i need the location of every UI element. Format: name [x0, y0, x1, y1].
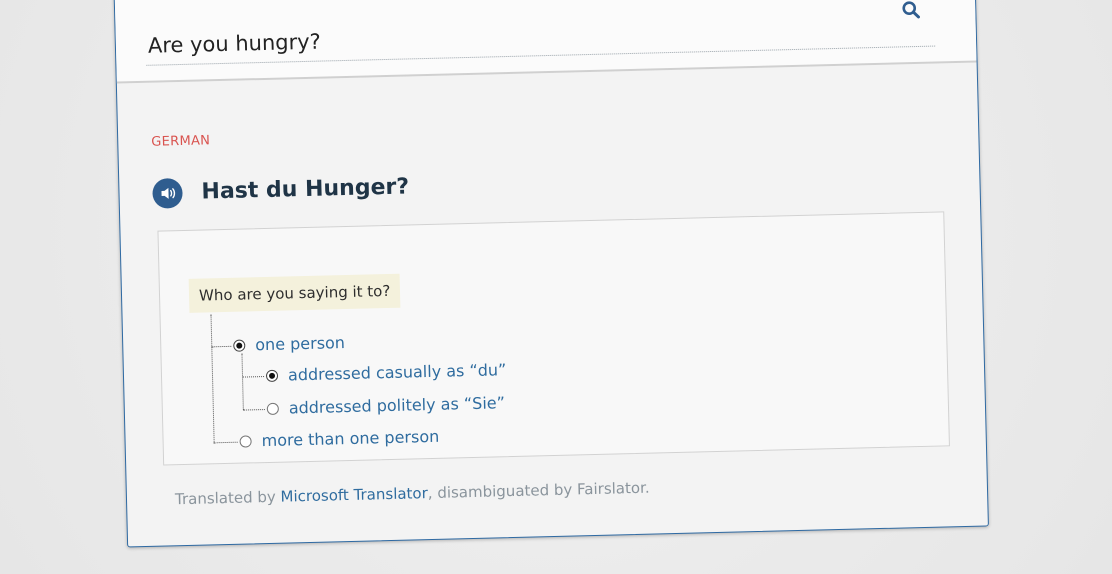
footer-prefix: Translated by [174, 487, 281, 509]
radio-more-than-one[interactable] [239, 434, 252, 448]
tree-line-main [210, 314, 215, 443]
language-label: GERMAN [151, 133, 211, 150]
microsoft-translator-link[interactable]: Microsoft Translator [280, 484, 428, 506]
option-polite-sie-label: addressed politely as “Sie” [288, 393, 506, 418]
radio-polite-sie[interactable] [266, 402, 279, 415]
option-casual-du-label: addressed casually as “du” [287, 360, 507, 385]
option-casual-du[interactable]: addressed casually as “du” [265, 360, 507, 385]
footer-credits: Translated by Microsoft Translator, disa… [175, 479, 650, 509]
translator-card: GERMAN Hast du Hunger? Who are you sayin… [113, 0, 989, 548]
tree-branch-casual [242, 376, 265, 378]
disambiguation-box: Who are you saying it to? one person add… [157, 211, 950, 466]
page-background: GERMAN Hast du Hunger? Who are you sayin… [0, 0, 1112, 574]
speaker-icon [161, 187, 176, 199]
option-more-than-one-label: more than one person [261, 426, 440, 451]
search-icon[interactable] [901, 0, 921, 20]
footer-suffix: , disambiguated by Fairslator. [427, 478, 650, 503]
tree-branch-more-than-one [213, 441, 238, 444]
option-one-person-label: one person [255, 333, 346, 355]
option-more-than-one[interactable]: more than one person [239, 427, 439, 451]
radio-one-person[interactable] [233, 339, 246, 352]
translation-text: Hast du Hunger? [201, 174, 410, 205]
tree-branch-one-person [211, 345, 232, 348]
tree-line-sub [241, 353, 244, 410]
disambiguation-question: Who are you saying it to? [188, 273, 401, 313]
search-input[interactable] [145, 7, 936, 66]
speaker-button[interactable] [152, 177, 183, 209]
option-one-person[interactable]: one person [233, 333, 345, 355]
option-polite-sie[interactable]: addressed politely as “Sie” [266, 393, 506, 418]
tree-branch-polite [242, 409, 265, 411]
radio-casual-du[interactable] [265, 369, 279, 382]
search-area [114, 0, 977, 84]
